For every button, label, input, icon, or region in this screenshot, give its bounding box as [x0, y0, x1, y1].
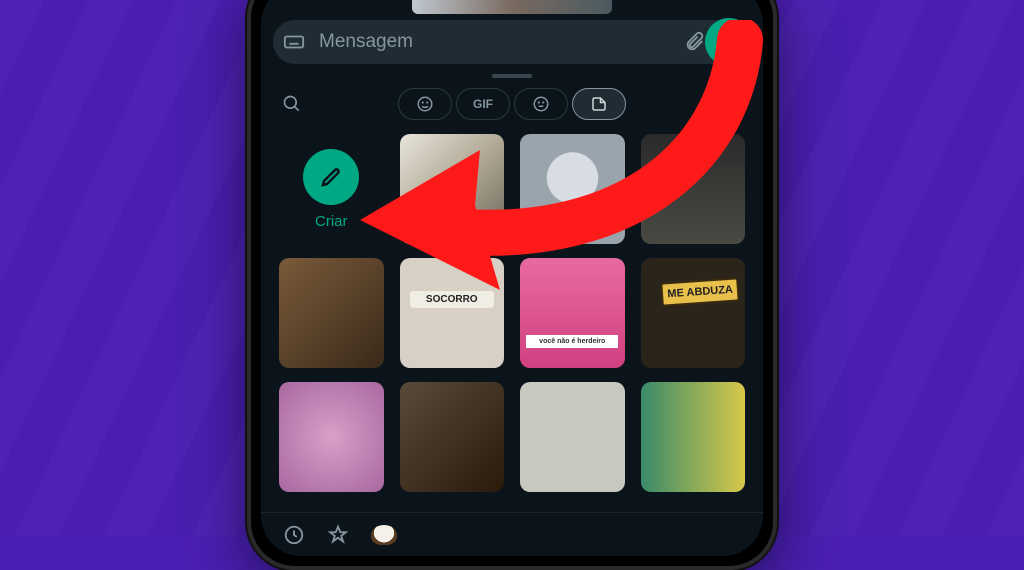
keyboard-icon[interactable]	[283, 31, 305, 53]
sticker-text-abduza: ME ABDUZA	[661, 277, 741, 306]
search-stickers-button[interactable]	[275, 94, 309, 114]
sticker-item[interactable]	[520, 382, 625, 492]
tab-avatar[interactable]	[514, 88, 568, 120]
sticker-item[interactable]: você não é herdeiro	[520, 258, 625, 368]
content-type-tabs: GIF	[315, 88, 709, 120]
sticker-item[interactable]	[279, 382, 384, 492]
phone-frame: Mensagem GIF	[247, 0, 777, 570]
sticker-item[interactable]: ME ABDUZA	[641, 258, 746, 368]
favorite-icon[interactable]	[327, 524, 349, 546]
tab-emoji[interactable]	[398, 88, 452, 120]
create-sticker-label: Criar	[315, 213, 348, 230]
sticker-item[interactable]	[400, 382, 505, 492]
voice-send-button[interactable]	[705, 18, 753, 66]
message-placeholder[interactable]: Mensagem	[319, 31, 669, 53]
sticker-tab-row: GIF	[261, 84, 763, 124]
sticker-item[interactable]: SOCORRO	[400, 258, 505, 368]
sticker-text-socorro: SOCORRO	[410, 291, 494, 308]
message-input-bar: Mensagem	[273, 20, 751, 64]
sticker-item[interactable]	[279, 258, 384, 368]
sticker-item[interactable]	[641, 382, 746, 492]
add-sticker-pack-button[interactable]	[715, 94, 749, 114]
tab-gif[interactable]: GIF	[456, 88, 510, 120]
chat-preview	[261, 0, 763, 14]
sticker-item[interactable]	[400, 134, 505, 244]
sticker-pack-coffee[interactable]	[371, 525, 397, 545]
create-sticker-circle	[303, 149, 359, 205]
drawer-handle[interactable]	[492, 74, 532, 78]
create-sticker-button[interactable]: Criar	[279, 134, 384, 244]
attach-icon[interactable]	[683, 31, 705, 53]
sticker-item[interactable]	[641, 134, 746, 244]
tab-sticker[interactable]	[572, 88, 626, 120]
sticker-text-herdeiro: você não é herdeiro	[526, 335, 618, 348]
message-bubble-preview	[412, 0, 612, 14]
recent-icon[interactable]	[283, 524, 305, 546]
sticker-bottom-row	[261, 512, 763, 556]
sticker-item[interactable]	[520, 134, 625, 244]
sticker-grid: Criar SOCORRO você não é herdeiro ME ABD…	[261, 124, 763, 512]
phone-screen: Mensagem GIF	[261, 0, 763, 556]
